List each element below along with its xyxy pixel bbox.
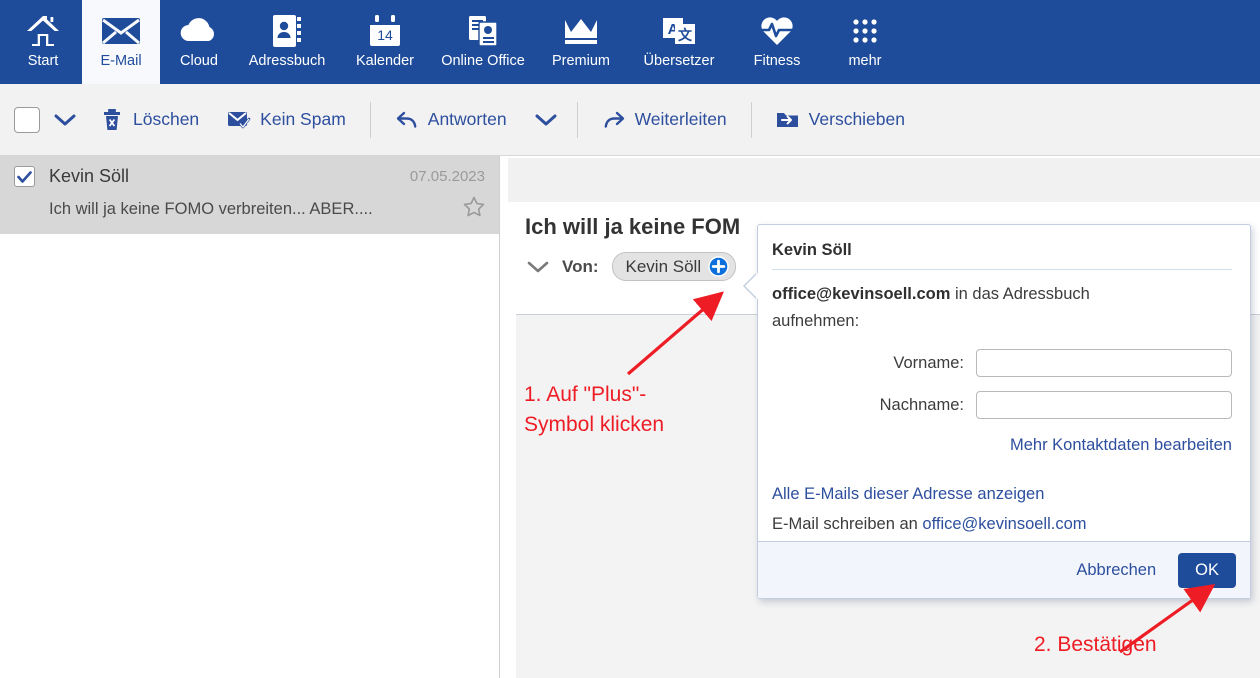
nav-label: Premium xyxy=(551,53,610,69)
nav-label: Adressbuch xyxy=(248,53,326,69)
grid-dots-icon xyxy=(850,9,880,53)
calendar-icon: 14 xyxy=(368,9,402,53)
heart-pulse-icon xyxy=(760,9,794,53)
reply-arrow-icon xyxy=(395,110,419,130)
nav-item-online-office[interactable]: Online Office xyxy=(434,0,532,84)
translate-icon: A文 xyxy=(662,9,696,53)
toolbar-divider xyxy=(576,101,578,138)
nav-label: Kalender xyxy=(355,53,415,69)
nav-label: mehr xyxy=(848,53,882,69)
forward-arrow-icon xyxy=(602,110,626,130)
svg-text:14: 14 xyxy=(377,27,393,43)
nav-item-cloud[interactable]: Cloud xyxy=(160,0,238,84)
popup-links: Alle E-Mails dieser Adresse anzeigen E-M… xyxy=(772,479,1232,539)
sender-chip-name: Kevin Söll xyxy=(625,256,702,276)
popup-pointer xyxy=(745,273,758,299)
toolbar-divider xyxy=(369,101,371,138)
not-spam-button[interactable]: Kein Spam xyxy=(213,100,360,140)
annotation-step-1: 1. Auf "Plus"- Symbol klicken xyxy=(524,383,665,436)
popup-lead-text: office@kevinsoell.com in das Adressbuch … xyxy=(772,281,1172,335)
envelope-icon xyxy=(101,9,141,53)
table-row[interactable]: Kevin Söll 07.05.2023 Ich will ja keine … xyxy=(0,156,499,234)
documents-icon xyxy=(466,9,500,53)
envelope-check-icon xyxy=(227,110,251,130)
popup-footer: Abbrechen OK xyxy=(758,541,1250,598)
app-root: Start E-Mail Cloud Adressbuch 14 Kalende… xyxy=(0,0,1260,678)
popup-contact-name: Kevin Söll xyxy=(772,241,1232,270)
nav-item-adressbuch[interactable]: Adressbuch xyxy=(238,0,336,84)
nav-item-kalender[interactable]: 14 Kalender xyxy=(336,0,434,84)
address-book-icon xyxy=(271,9,303,53)
plus-circle-icon[interactable] xyxy=(708,256,729,277)
mail-toolbar: Löschen Kein Spam Antworten Weiterleiten xyxy=(0,84,1260,156)
popup-body: Kevin Söll office@kevinsoell.com in das … xyxy=(758,225,1250,539)
mail-sender: Kevin Söll xyxy=(49,166,130,186)
mail-list-pane: Kevin Söll 07.05.2023 Ich will ja keine … xyxy=(0,156,500,678)
move-folder-icon xyxy=(776,110,800,130)
from-label: Von: xyxy=(562,256,599,276)
write-mail-address-link[interactable]: office@kevinsoell.com xyxy=(922,515,1086,533)
nav-item-email[interactable]: E-Mail xyxy=(82,0,160,84)
first-name-label: Vorname: xyxy=(893,353,964,372)
nav-item-fitness[interactable]: Fitness xyxy=(728,0,826,84)
ok-button[interactable]: OK xyxy=(1178,552,1236,588)
star-icon[interactable] xyxy=(455,196,485,222)
nav-label: Fitness xyxy=(753,53,801,69)
cloud-icon xyxy=(179,9,219,53)
first-name-row: Vorname: xyxy=(772,349,1232,377)
cancel-button[interactable]: Abbrechen xyxy=(1072,555,1160,586)
last-name-field[interactable] xyxy=(976,391,1232,419)
nav-item-uebersetzer[interactable]: A文 Übersetzer xyxy=(630,0,728,84)
nav-item-mehr[interactable]: mehr xyxy=(826,0,904,84)
reply-dropdown-chevron-down-icon[interactable] xyxy=(521,113,567,127)
forward-label: Weiterleiten xyxy=(634,109,727,129)
expand-details-chevron-down-icon[interactable] xyxy=(527,260,549,274)
edit-more-contact-data-link[interactable]: Mehr Kontaktdaten bearbeiten xyxy=(772,436,1232,455)
not-spam-label: Kein Spam xyxy=(260,109,346,129)
last-name-label: Nachname: xyxy=(879,395,964,414)
toolbar-divider xyxy=(750,101,752,138)
nav-label: Übersetzer xyxy=(643,53,715,69)
popup-lead-email: office@kevinsoell.com xyxy=(772,285,951,303)
nav-label: Cloud xyxy=(180,53,218,69)
nav-item-start[interactable]: Start xyxy=(4,0,82,84)
mail-row-subject-line: Ich will ja keine FOMO verbreiten... ABE… xyxy=(14,196,485,222)
home-icon xyxy=(25,9,61,53)
first-name-field[interactable] xyxy=(976,349,1232,377)
select-all-dropdown-chevron-down-icon[interactable] xyxy=(40,113,86,127)
nav-label: Start xyxy=(27,53,59,69)
last-name-row: Nachname: xyxy=(772,391,1232,419)
annotation-step-2: 2. Bestätigen xyxy=(1034,633,1157,656)
sender-chip[interactable]: Kevin Söll xyxy=(611,252,737,281)
reply-label: Antworten xyxy=(427,109,507,129)
move-label: Verschieben xyxy=(808,109,905,129)
nav-item-premium[interactable]: Premium xyxy=(532,0,630,84)
mail-detail-toolbar-area xyxy=(508,158,1260,202)
move-button[interactable]: Verschieben xyxy=(762,100,919,140)
mail-row-header: Kevin Söll 07.05.2023 xyxy=(14,166,485,187)
write-mail-line: E-Mail schreiben an office@kevinsoell.co… xyxy=(772,509,1232,539)
top-navigation: Start E-Mail Cloud Adressbuch 14 Kalende… xyxy=(0,0,1260,84)
select-all-checkbox[interactable] xyxy=(14,106,40,133)
delete-label: Löschen xyxy=(133,109,200,129)
forward-button[interactable]: Weiterleiten xyxy=(588,100,741,140)
nav-label: E-Mail xyxy=(100,53,142,69)
reply-button[interactable]: Antworten xyxy=(381,100,521,140)
mail-date: 07.05.2023 xyxy=(409,168,485,185)
delete-button[interactable]: Löschen xyxy=(86,100,213,140)
crown-icon xyxy=(563,9,599,53)
svg-text:文: 文 xyxy=(678,27,693,43)
mail-subject: Ich will ja keine FOMO verbreiten... ABE… xyxy=(49,199,373,218)
mail-detail-subject: Ich will ja keine FOM xyxy=(525,214,741,239)
nav-label: Online Office xyxy=(441,53,525,69)
trash-icon xyxy=(100,108,124,132)
show-all-mails-link[interactable]: Alle E-Mails dieser Adresse anzeigen xyxy=(772,479,1232,509)
mail-select-checkbox[interactable] xyxy=(14,166,35,187)
add-contact-popup: Kevin Söll office@kevinsoell.com in das … xyxy=(745,224,1251,599)
mail-detail-from-row: Von: Kevin Söll xyxy=(527,252,737,281)
write-mail-prefix: E-Mail schreiben an xyxy=(772,515,923,533)
